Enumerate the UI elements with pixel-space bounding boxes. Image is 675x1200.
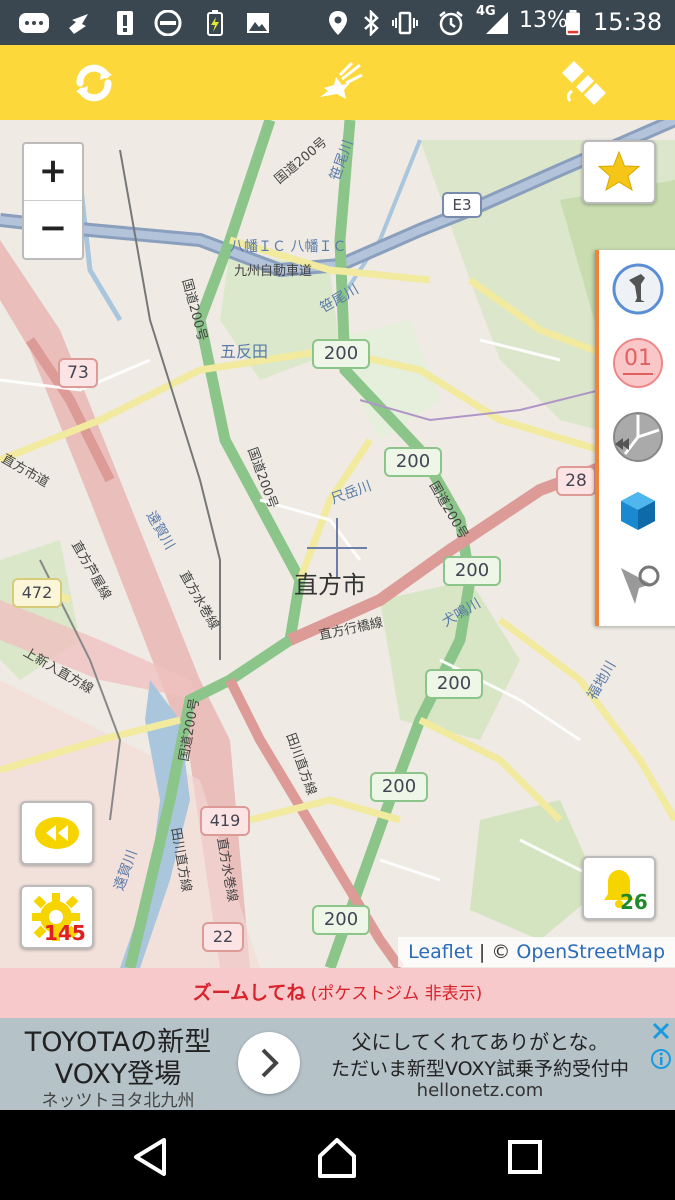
number-01-icon[interactable]: 01 [611, 336, 665, 390]
road-shield: 22 [202, 922, 244, 952]
ad-banner[interactable]: TOYOTAの新型 VOXY登場 ネッツトヨタ北九州 父にしてくれてありがとな。… [0, 1018, 675, 1111]
zoom-out-button[interactable]: − [24, 201, 82, 257]
rewind-spinner-icon[interactable] [611, 410, 665, 464]
zoom-message-banner: ズームしてね (ポケストジム 非表示) [0, 968, 675, 1018]
city-label: 直方市 [294, 571, 366, 599]
road-shield: 419 [200, 806, 250, 836]
zoom-in-button[interactable]: + [24, 144, 82, 201]
map-view[interactable]: E3 200 200 200 200 200 200 73 28 472 419… [0, 120, 675, 968]
alarm-icon [439, 11, 463, 36]
battery-charging-icon [207, 10, 223, 36]
road-shield: E3 [442, 192, 482, 218]
road-shield: 200 [312, 339, 370, 369]
zoom-message: ズームしてね [192, 982, 306, 1004]
message-icon [19, 13, 49, 33]
app-toolbar [0, 45, 675, 120]
comet-notification-icon [69, 14, 88, 34]
ad-copy-line2: ただいま新型VOXY試乗予約受付中 [330, 1058, 630, 1080]
recents-icon[interactable] [500, 1132, 550, 1182]
bluetooth-icon [364, 10, 379, 36]
cube-icon[interactable] [611, 484, 665, 538]
leaflet-link[interactable]: Leaflet [408, 941, 473, 963]
data-saver-icon [154, 10, 182, 36]
settings-button[interactable]: 145 [20, 885, 94, 949]
settings-count: 145 [44, 921, 86, 945]
road-shield: 28 [556, 466, 596, 496]
signal-icon [486, 12, 508, 34]
vibrate-icon [392, 11, 418, 35]
favorite-button[interactable] [582, 140, 656, 204]
back-icon[interactable] [126, 1132, 176, 1182]
road-shield: 200 [443, 556, 501, 586]
rewind-icon [35, 817, 79, 849]
side-panel: 01 [595, 250, 675, 626]
clock: 15:38 [593, 8, 663, 36]
chevron-right-icon [261, 1048, 279, 1078]
navigation-bar [0, 1110, 675, 1200]
map-attribution: Leaflet | © OpenStreetMap [398, 937, 675, 967]
ad-url: hellonetz.com [416, 1080, 544, 1101]
road-shield: 200 [370, 772, 428, 802]
place-label: 八幡ＩＣ 八幡ＩＣ [230, 239, 347, 255]
road-shield: 200 [384, 447, 442, 477]
compass-pointer-icon[interactable] [611, 558, 665, 612]
ad-copy-line1: 父にしてくれてありがとな。 [351, 1030, 609, 1054]
battery-percent: 13% [519, 8, 568, 33]
status-bar: 4G 13% 15:38 [0, 0, 675, 45]
battery-icon [566, 10, 580, 36]
zoom-message-sub: (ポケストジム 非表示) [310, 984, 483, 1004]
road-label: 九州自動車道 [234, 264, 313, 279]
close-icon[interactable] [650, 1020, 672, 1042]
zoom-control: + − [22, 142, 84, 260]
osm-link[interactable]: OpenStreetMap [516, 941, 665, 963]
shooting-star-icon[interactable] [312, 55, 368, 111]
road-shield: 73 [58, 358, 98, 388]
refresh-icon[interactable] [66, 55, 122, 111]
ad-advertiser: ネッツトヨタ北九州 [41, 1091, 195, 1111]
road-shield: 200 [425, 669, 483, 699]
bell-count: 26 [620, 890, 648, 914]
satellite-icon[interactable] [556, 55, 612, 111]
ad-arrow-button[interactable] [238, 1032, 300, 1094]
location-icon [329, 11, 347, 35]
road-shield: 200 [312, 905, 370, 935]
home-icon[interactable] [312, 1132, 362, 1182]
alert-icon [117, 11, 133, 35]
attribution-separator: | © [478, 941, 511, 963]
info-icon[interactable] [650, 1048, 672, 1070]
road-shield: 472 [12, 578, 62, 608]
notification-button[interactable]: 26 [582, 856, 656, 920]
star-icon [597, 150, 641, 192]
rewind-button[interactable] [20, 801, 94, 865]
place-label: 五反田 [220, 342, 269, 361]
image-icon [247, 13, 269, 33]
pokestop-icon[interactable] [611, 262, 665, 316]
